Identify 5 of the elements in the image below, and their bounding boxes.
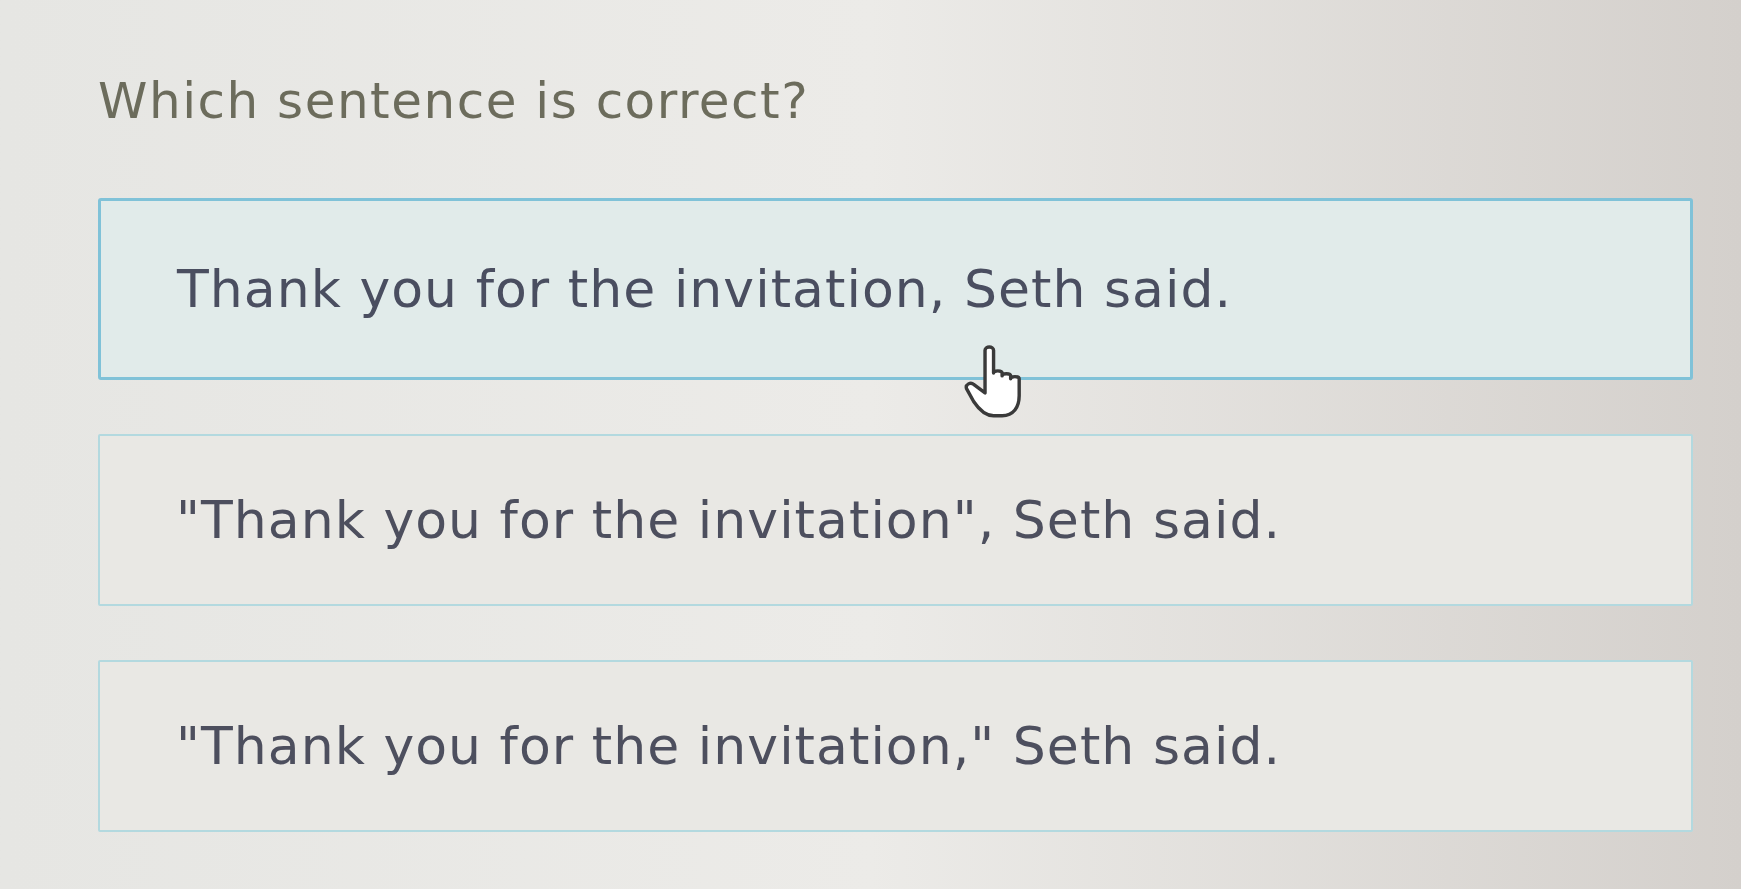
question-text: Which sentence is correct? bbox=[98, 72, 810, 130]
answer-option[interactable]: Thank you for the invitation, Seth said. bbox=[98, 198, 1693, 380]
hand-pointer-icon bbox=[964, 344, 1022, 418]
answer-option[interactable]: "Thank you for the invitation," Seth said. bbox=[98, 660, 1693, 832]
answer-option[interactable]: "Thank you for the invitation", Seth said. bbox=[98, 434, 1693, 606]
